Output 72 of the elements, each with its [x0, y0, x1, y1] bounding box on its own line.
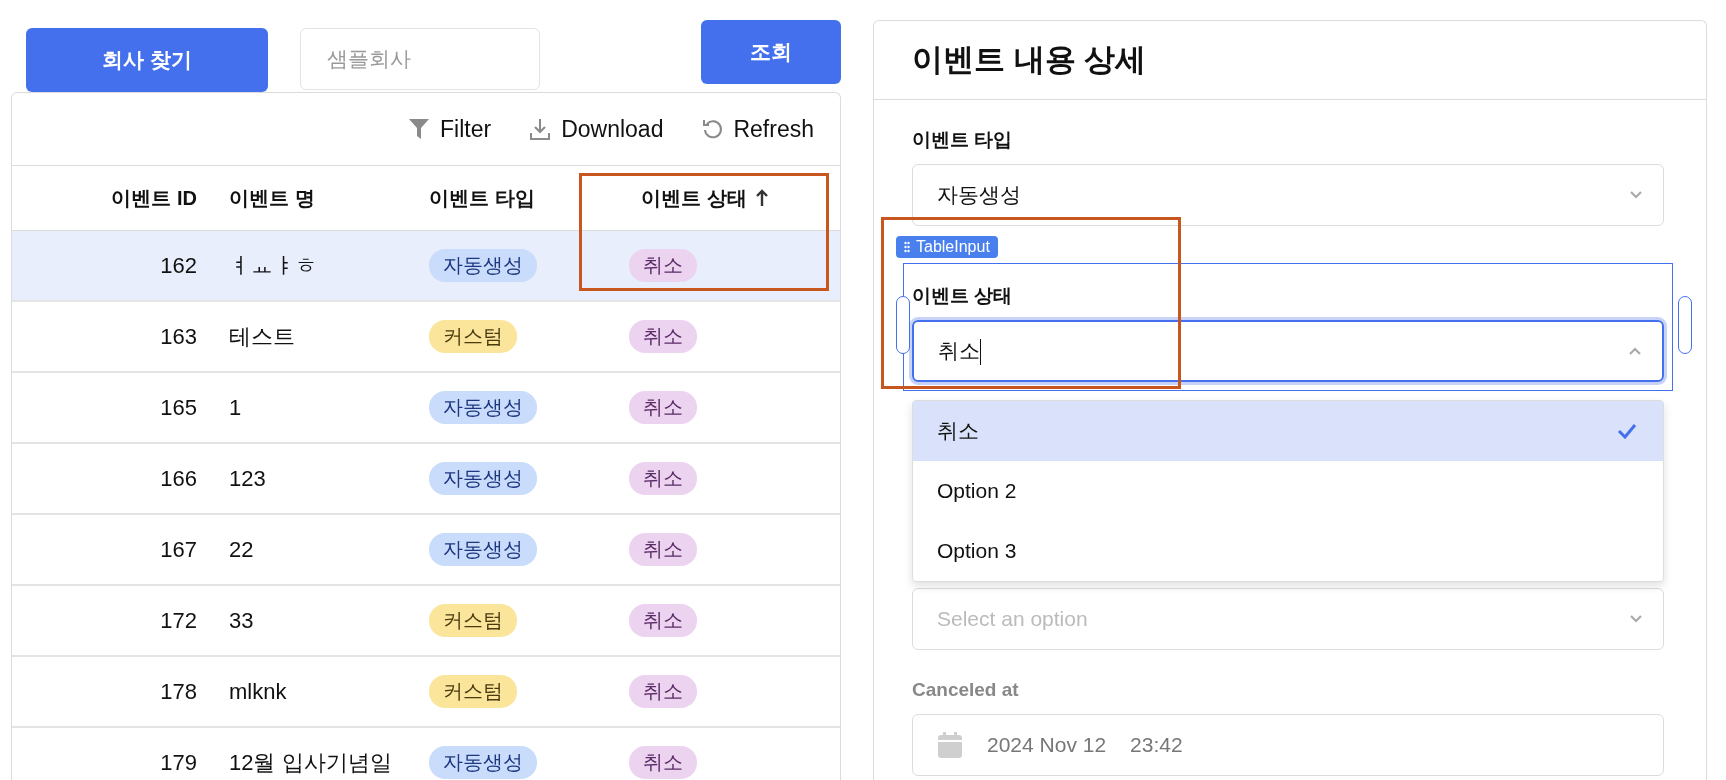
component-tag[interactable]: TableInput: [896, 236, 998, 258]
chevron-down-icon: [1629, 615, 1643, 623]
refresh-icon: [701, 117, 724, 141]
table-row[interactable]: 163 테스트 커스텀 취소: [12, 302, 840, 373]
calendar-icon: [937, 731, 963, 759]
download-button[interactable]: Download: [529, 115, 664, 143]
event-type-tag: 자동생성: [429, 249, 537, 282]
event-type-tag: 자동생성: [429, 746, 537, 779]
event-id: 163: [160, 323, 197, 350]
dropdown-option[interactable]: Option 2: [913, 461, 1663, 521]
table-row[interactable]: 162 ㅕㅛㅑㅎ 자동생성 취소: [12, 231, 840, 302]
table-row[interactable]: 165 1 자동생성 취소: [12, 373, 840, 444]
up-arrow-icon: [754, 189, 769, 207]
event-type-tag: 커스텀: [429, 604, 517, 637]
download-icon: [529, 117, 552, 141]
select-field[interactable]: 자동생성: [912, 164, 1664, 226]
checkmark-icon: [1617, 423, 1637, 439]
table-row[interactable]: 178 mlknk 커스텀 취소: [12, 657, 840, 728]
drag-handle-icon: [904, 241, 910, 253]
funnel-icon: [408, 117, 431, 141]
event-id: 162: [160, 252, 197, 279]
column-header[interactable]: 이벤트 ID: [111, 184, 197, 212]
event-status-tag: 취소: [629, 462, 697, 495]
field-label: 이벤트 타입: [912, 128, 1014, 152]
event-status-tag: 취소: [629, 391, 697, 424]
table-row[interactable]: 179 12월 입사기념일 자동생성 취소: [12, 728, 840, 780]
event-name: mlknk: [229, 678, 287, 705]
event-name: 22: [229, 536, 254, 563]
chevron-down-icon: [1629, 191, 1643, 199]
filter-button[interactable]: Filter: [408, 115, 492, 143]
event-type-tag: 자동생성: [429, 533, 537, 566]
panel-title: 이벤트 내용 상세: [911, 41, 1148, 79]
event-name: 33: [229, 607, 254, 634]
event-status-tag: 취소: [629, 320, 697, 353]
event-name: ㅕㅛㅑㅎ: [229, 251, 317, 280]
refresh-button[interactable]: Refresh: [701, 115, 814, 143]
company-search-field[interactable]: 샘플회사: [300, 28, 540, 90]
column-header[interactable]: 이벤트 상태: [641, 184, 747, 212]
event-type-tag: 커스텀: [429, 675, 517, 708]
event-type-tag: 자동생성: [429, 391, 537, 424]
field-label: Canceled at: [912, 678, 1020, 702]
resize-handle[interactable]: [896, 296, 910, 354]
table-row[interactable]: 172 33 커스텀 취소: [12, 586, 840, 657]
dropdown-option[interactable]: Option 3: [913, 521, 1663, 581]
event-status-tag: 취소: [629, 249, 697, 282]
find-company-button[interactable]: 회사 찾기: [26, 28, 268, 92]
event-name: 1: [229, 394, 242, 421]
event-id: 165: [160, 394, 197, 421]
event-id: 172: [160, 607, 197, 634]
event-name: 123: [229, 465, 266, 492]
table-row[interactable]: 167 22 자동생성 취소: [12, 515, 840, 586]
dropdown-option[interactable]: 취소: [913, 401, 1663, 461]
field-label: 이벤트 상태: [912, 284, 1014, 308]
event-status-tag: 취소: [629, 746, 697, 779]
event-name: 12월 입사기념일: [229, 748, 392, 777]
event-id: 178: [160, 678, 197, 705]
column-header[interactable]: 이벤트 타입: [429, 184, 535, 212]
column-header[interactable]: 이벤트 명: [229, 184, 315, 212]
event-name: 테스트: [229, 322, 295, 351]
table-row[interactable]: 166 123 자동생성 취소: [12, 444, 840, 515]
event-id: 167: [160, 536, 197, 563]
event-status-tag: 취소: [629, 675, 697, 708]
resize-handle[interactable]: [1678, 296, 1692, 354]
event-status-tag: 취소: [629, 533, 697, 566]
event-type-tag: 커스텀: [429, 320, 517, 353]
event-type-tag: 자동생성: [429, 462, 537, 495]
chevron-up-icon: [1628, 347, 1642, 355]
event-id: 166: [160, 465, 197, 492]
select-field[interactable]: 취소: [912, 320, 1664, 382]
search-button[interactable]: 조회: [701, 20, 841, 84]
event-status-tag: 취소: [629, 604, 697, 637]
event-id: 179: [160, 749, 197, 776]
